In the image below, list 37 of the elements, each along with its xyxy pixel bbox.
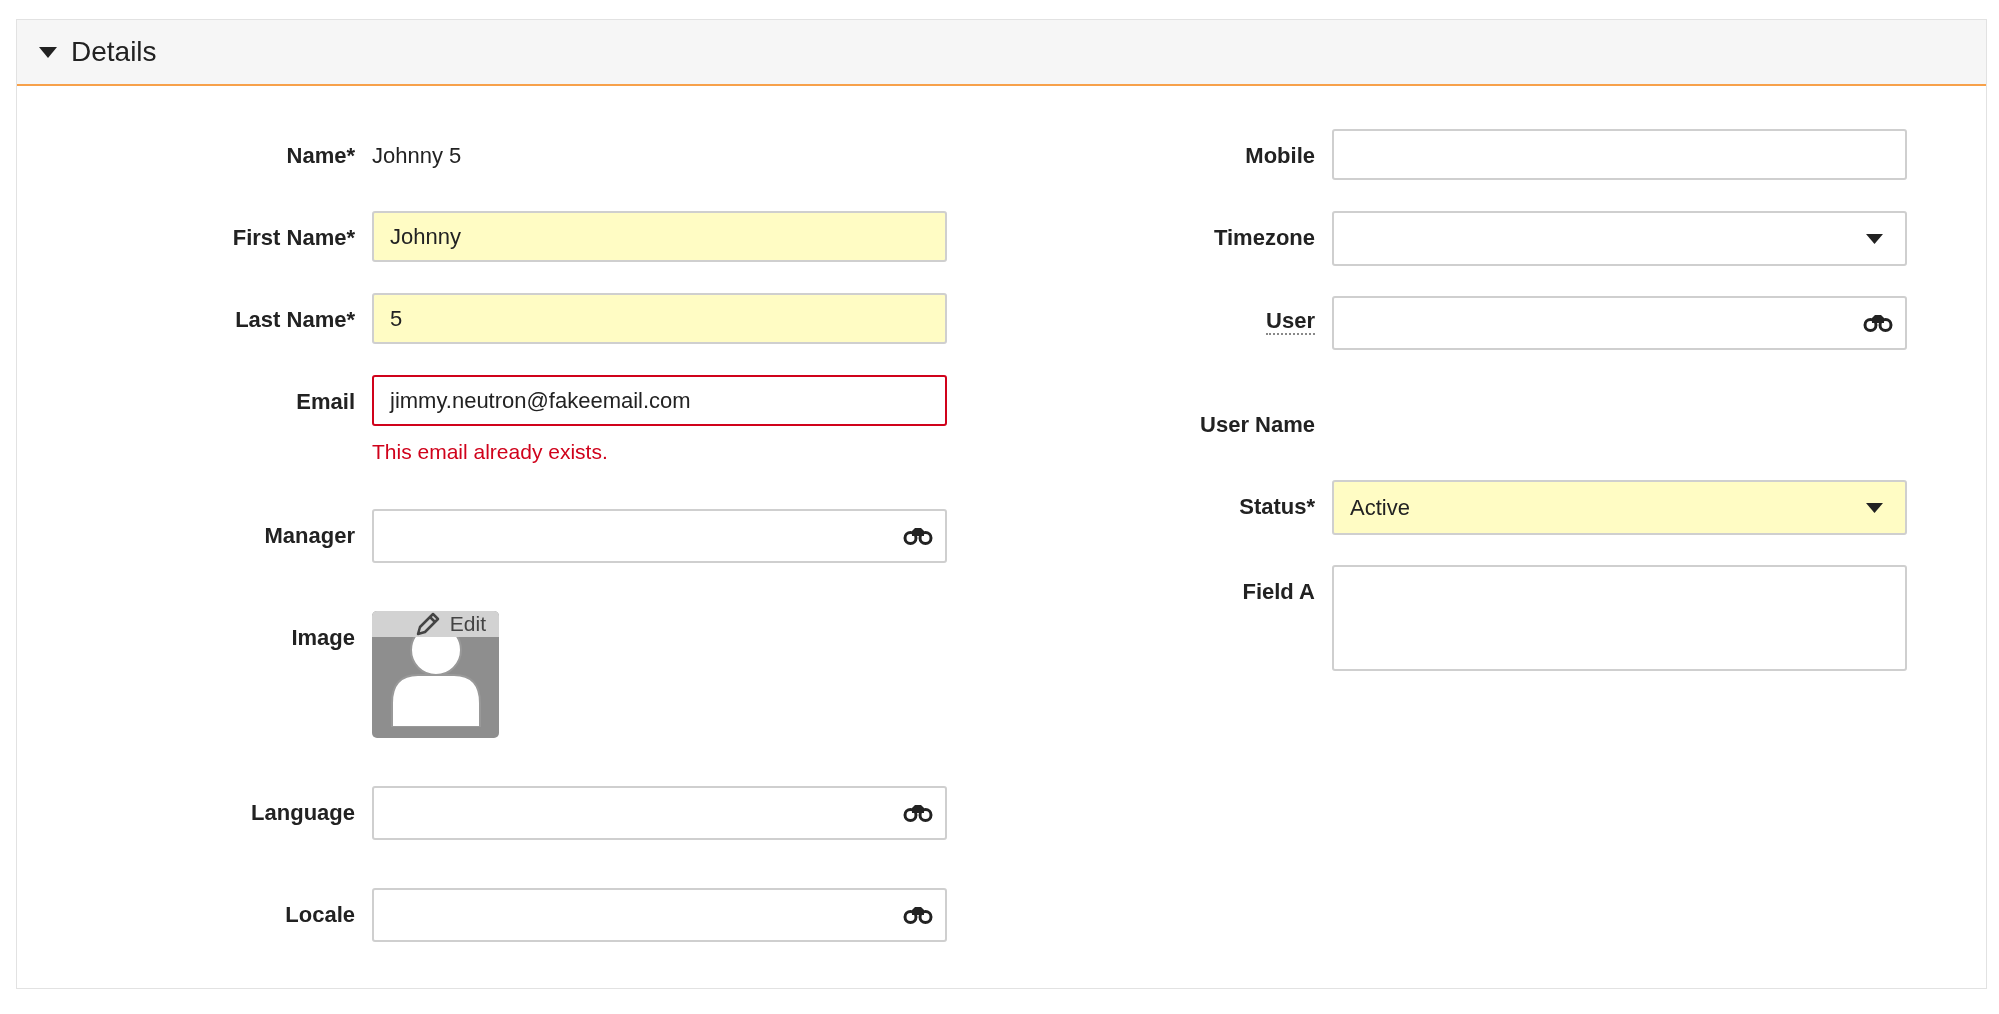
error-message: This email already exists.	[372, 439, 609, 465]
field-label: Language	[251, 798, 355, 827]
lookup-field[interactable]	[372, 888, 947, 942]
field-label: Image	[291, 623, 355, 652]
field-label: User	[1266, 309, 1315, 335]
field-label: Name*	[286, 141, 355, 170]
lookup-field[interactable]	[372, 509, 947, 563]
field-label: Status*	[1239, 492, 1315, 521]
field-label: Locale	[285, 900, 355, 929]
lookup-field[interactable]	[372, 786, 947, 840]
field-label: Email	[296, 387, 355, 416]
field-label: Manager	[264, 521, 355, 550]
field-label: Field A	[1242, 577, 1315, 606]
field-label: Last Name*	[235, 305, 355, 334]
lookup-field[interactable]	[1332, 296, 1907, 350]
section-title: Details	[71, 35, 157, 69]
binoculars-icon[interactable]	[903, 527, 933, 545]
dropdown[interactable]: Active	[1332, 480, 1907, 535]
binoculars-icon[interactable]	[903, 804, 933, 822]
caret-down-icon	[39, 46, 57, 58]
edit-button[interactable]: Edit	[372, 611, 499, 637]
section-header[interactable]: Details	[17, 20, 1986, 86]
field-value: Johnny 5	[372, 141, 462, 170]
binoculars-icon[interactable]	[1863, 314, 1893, 332]
dropdown-caret-icon	[1866, 233, 1883, 244]
text-field[interactable]: 5	[372, 293, 947, 344]
field-label: Mobile	[1245, 141, 1315, 170]
field-label: User Name	[1200, 410, 1315, 439]
text-field[interactable]: Johnny	[372, 211, 947, 262]
dropdown-caret-icon	[1866, 502, 1883, 513]
text-area[interactable]	[1332, 565, 1907, 671]
text-field[interactable]	[1332, 129, 1907, 180]
field-label: Timezone	[1213, 223, 1315, 252]
field-label: First Name*	[232, 223, 355, 252]
binoculars-icon[interactable]	[903, 906, 933, 924]
text-field[interactable]: jimmy.neutron@fakeemail.com	[372, 375, 947, 426]
dropdown[interactable]	[1332, 211, 1907, 266]
